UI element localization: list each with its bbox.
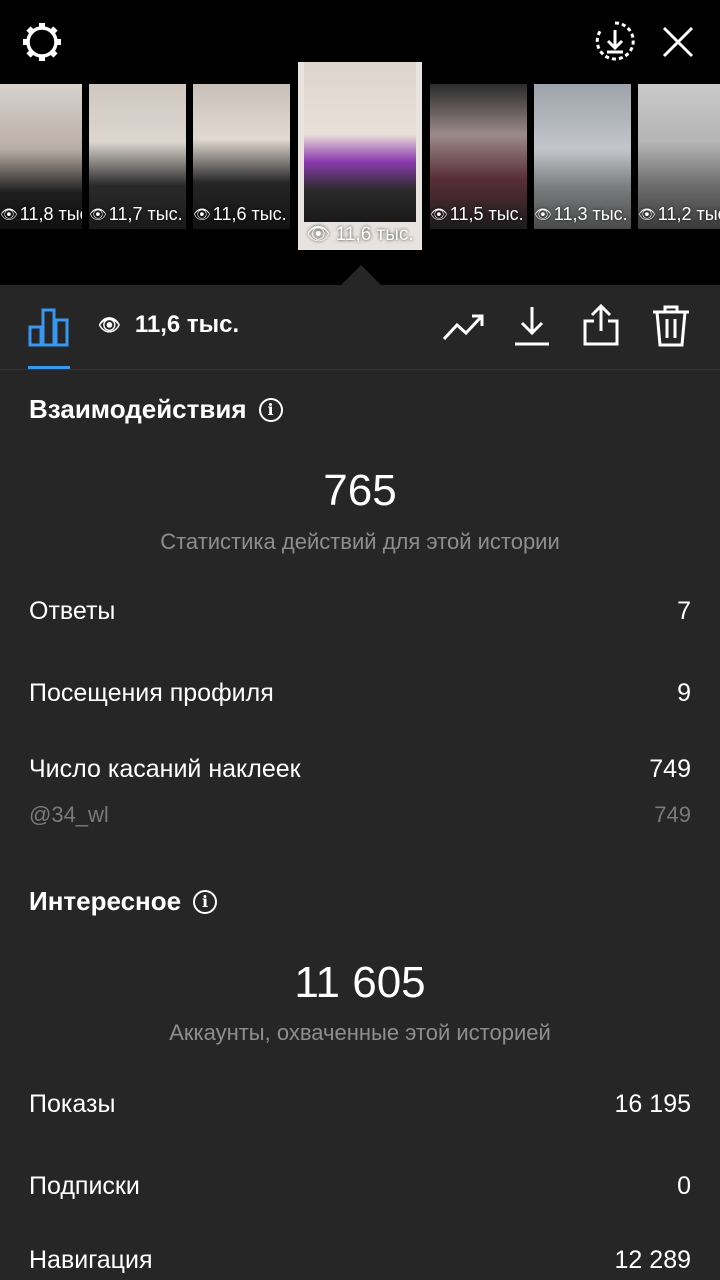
story-views: 👁 11,6 тыс. (193, 204, 287, 224)
stat-label: Подписки (29, 1172, 140, 1200)
story-thumbnail[interactable]: 👁11,8 тыс. (0, 84, 82, 229)
active-tab-indicator (28, 366, 70, 369)
stat-value: 749 (654, 802, 691, 827)
story-thumbnail[interactable]: 👁 11,3 тыс. (534, 84, 631, 229)
eye-icon: 👁 (98, 314, 121, 335)
stat-row-impressions: Показы 16 195 (29, 1090, 691, 1119)
selection-pointer (341, 265, 381, 285)
interactions-caption: Статистика действий для этой истории (160, 529, 560, 554)
stat-row-profile-visits: Посещения профиля 9 (29, 679, 691, 708)
story-thumbnail[interactable]: 👁 11,5 тыс. (430, 84, 527, 229)
stat-label: Посещения профиля (29, 679, 274, 707)
stat-row-replies: Ответы 7 (29, 597, 691, 626)
story-views: 👁 11,3 тыс. (534, 204, 628, 224)
info-icon[interactable]: i (258, 397, 283, 422)
story-views: 👁 11,6 тыс. (306, 224, 414, 245)
insights-toolbar: 👁 11,6 тыс. (0, 285, 720, 370)
stat-label: @34_wl (29, 802, 109, 827)
stat-label: Число касаний наклеек (29, 755, 301, 783)
share-icon[interactable] (582, 303, 620, 347)
discovery-total: 11 605 (294, 958, 426, 1007)
stat-row-sticker-taps: Число касаний наклеек 749 (29, 755, 691, 784)
story-thumbnail[interactable]: 👁 11,6 тыс. (193, 84, 290, 229)
download-icon[interactable] (513, 305, 551, 347)
trend-icon[interactable] (442, 311, 486, 343)
story-thumbnail[interactable]: 👁 11,7 тыс. (89, 84, 186, 229)
stat-row-navigation: Навигация 12 289 (29, 1246, 691, 1275)
stat-value: 7 (677, 597, 691, 625)
story-views: 👁11,8 тыс. (0, 204, 82, 224)
stat-row-sticker-mention: @34_wl 749 (29, 802, 691, 828)
stat-value: 749 (649, 755, 691, 783)
info-icon[interactable]: i (193, 889, 218, 914)
discovery-section-title: Интересное i (29, 886, 218, 917)
stat-row-follows: Подписки 0 (29, 1172, 691, 1201)
story-header: 👁11,8 тыс. 👁11,7 тыс. 👁11,6 тыс. 👁 11,6 … (0, 0, 720, 285)
trash-icon[interactable] (652, 305, 690, 347)
stat-value: 9 (677, 679, 691, 707)
bar-chart-icon[interactable] (28, 307, 70, 347)
interactions-section-title: Взаимодействия i (29, 394, 283, 425)
stat-label: Навигация (29, 1246, 153, 1274)
stat-value: 16 195 (614, 1090, 691, 1118)
download-circle-icon[interactable] (594, 20, 636, 62)
story-views: 👁11,2 тыс. (638, 204, 720, 224)
stat-value: 12 289 (614, 1246, 691, 1274)
stat-label: Ответы (29, 597, 116, 625)
story-thumbnail-selected[interactable]: 👁 11,6 тыс. (298, 62, 422, 250)
views-total: 👁 11,6 тыс. (98, 311, 240, 338)
gear-icon[interactable] (20, 20, 64, 64)
discovery-caption: Аккаунты, охваченные этой историей (169, 1020, 551, 1045)
interactions-total: 765 (323, 466, 397, 515)
story-views: 👁 11,5 тыс. (430, 204, 524, 224)
stat-value: 0 (677, 1172, 691, 1200)
story-views: 👁 11,7 тыс. (89, 204, 183, 224)
story-thumbnail[interactable]: 👁11,2 тыс. (638, 84, 720, 229)
close-icon[interactable] (660, 24, 696, 60)
stat-label: Показы (29, 1090, 116, 1118)
